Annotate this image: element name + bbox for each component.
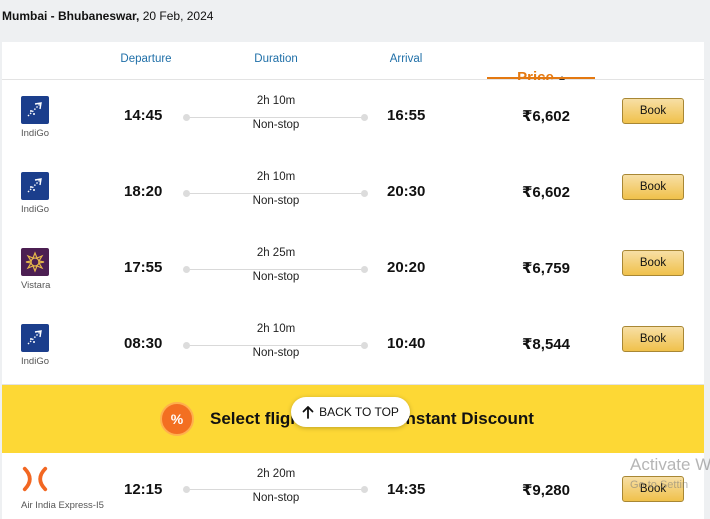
book-button[interactable]: Book: [622, 250, 684, 276]
route-line: [186, 489, 366, 490]
route-line: [186, 345, 366, 346]
route-line: [186, 193, 366, 194]
stops-info: Non-stop: [252, 119, 300, 131]
destination-dot: [361, 190, 368, 197]
destination-dot: [361, 342, 368, 349]
departure-time: 08:30: [124, 335, 163, 352]
flight-price: ₹6,759: [522, 260, 570, 277]
arrival-time: 16:55: [387, 107, 426, 124]
stops-info: Non-stop: [252, 347, 300, 359]
indigo-logo-icon: [21, 324, 49, 352]
book-button[interactable]: Book: [622, 98, 684, 124]
stops-info: Non-stop: [252, 271, 300, 283]
arrival-time: 20:30: [387, 183, 426, 200]
activate-windows-watermark: Activate W: [630, 455, 710, 474]
vistara-logo-icon: [21, 248, 49, 276]
results-header: Departure Duration Arrival Price: [2, 42, 704, 86]
departure-time: 17:55: [124, 259, 163, 276]
airline-name: IndiGo: [21, 128, 49, 139]
flight-row: Vistara 17:55 2h 25m Non-stop 20:20 ₹6,7…: [2, 232, 704, 309]
flight-price: ₹9,280: [522, 482, 570, 499]
flight-results-panel: Departure Duration Arrival Price IndiGo …: [2, 42, 704, 519]
percent-badge-icon: %: [160, 402, 194, 436]
arrival-time: 14:35: [387, 481, 426, 498]
stops-info: Non-stop: [252, 195, 300, 207]
arrival-time: 10:40: [387, 335, 426, 352]
sort-arrival[interactable]: Arrival: [372, 53, 440, 65]
origin-dot: [183, 486, 190, 493]
air-india-express-logo-icon: [21, 465, 49, 493]
route-line: [186, 117, 366, 118]
book-button[interactable]: Book: [622, 174, 684, 200]
sort-duration[interactable]: Duration: [242, 53, 310, 65]
indigo-logo-icon: [21, 172, 49, 200]
back-to-top-label: BACK TO TOP: [319, 405, 399, 419]
origin-dot: [183, 190, 190, 197]
destination-dot: [361, 266, 368, 273]
departure-time: 12:15: [124, 481, 163, 498]
flight-row: IndiGo 08:30 2h 10m Non-stop 10:40 ₹8,54…: [2, 308, 704, 385]
flight-row: Air India Express-I5 12:15 2h 20m Non-st…: [2, 453, 704, 519]
stops-info: Non-stop: [252, 492, 300, 504]
indigo-logo-icon: [21, 96, 49, 124]
active-sort-indicator: [487, 77, 595, 79]
route-date: 20 Feb, 2024: [142, 9, 214, 23]
activate-windows-subtext: Go to Settin: [630, 479, 689, 491]
origin-dot: [183, 114, 190, 121]
flight-row: IndiGo 14:45 2h 10m Non-stop 16:55 ₹6,60…: [2, 80, 704, 157]
sort-departure[interactable]: Departure: [112, 53, 180, 65]
departure-time: 14:45: [124, 107, 163, 124]
flight-duration: 2h 10m: [256, 171, 296, 183]
flight-price: ₹8,544: [522, 336, 570, 353]
airline-name: Vistara: [21, 280, 51, 291]
origin-dot: [183, 266, 190, 273]
airline-name: IndiGo: [21, 204, 49, 215]
flight-duration: 2h 10m: [256, 323, 296, 335]
arrow-up-icon: [302, 405, 314, 419]
destination-dot: [361, 114, 368, 121]
flight-price: ₹6,602: [522, 108, 570, 125]
airline-name: IndiGo: [21, 356, 49, 367]
route-line: [186, 269, 366, 270]
arrival-time: 20:20: [387, 259, 426, 276]
back-to-top-button[interactable]: BACK TO TOP: [291, 397, 410, 427]
destination-dot: [361, 486, 368, 493]
airline-name: Air India Express-I5: [21, 500, 104, 511]
flight-duration: 2h 25m: [256, 247, 296, 259]
book-button[interactable]: Book: [622, 326, 684, 352]
route-cities: Mumbai - Bhubaneswar,: [2, 9, 140, 23]
flight-duration: 2h 10m: [256, 95, 296, 107]
departure-time: 18:20: [124, 183, 163, 200]
route-summary: Mumbai - Bhubaneswar, 20 Feb, 2024: [2, 9, 213, 23]
flight-duration: 2h 20m: [256, 468, 296, 480]
flight-row: IndiGo 18:20 2h 10m Non-stop 20:30 ₹6,60…: [2, 156, 704, 233]
flight-price: ₹6,602: [522, 184, 570, 201]
origin-dot: [183, 342, 190, 349]
